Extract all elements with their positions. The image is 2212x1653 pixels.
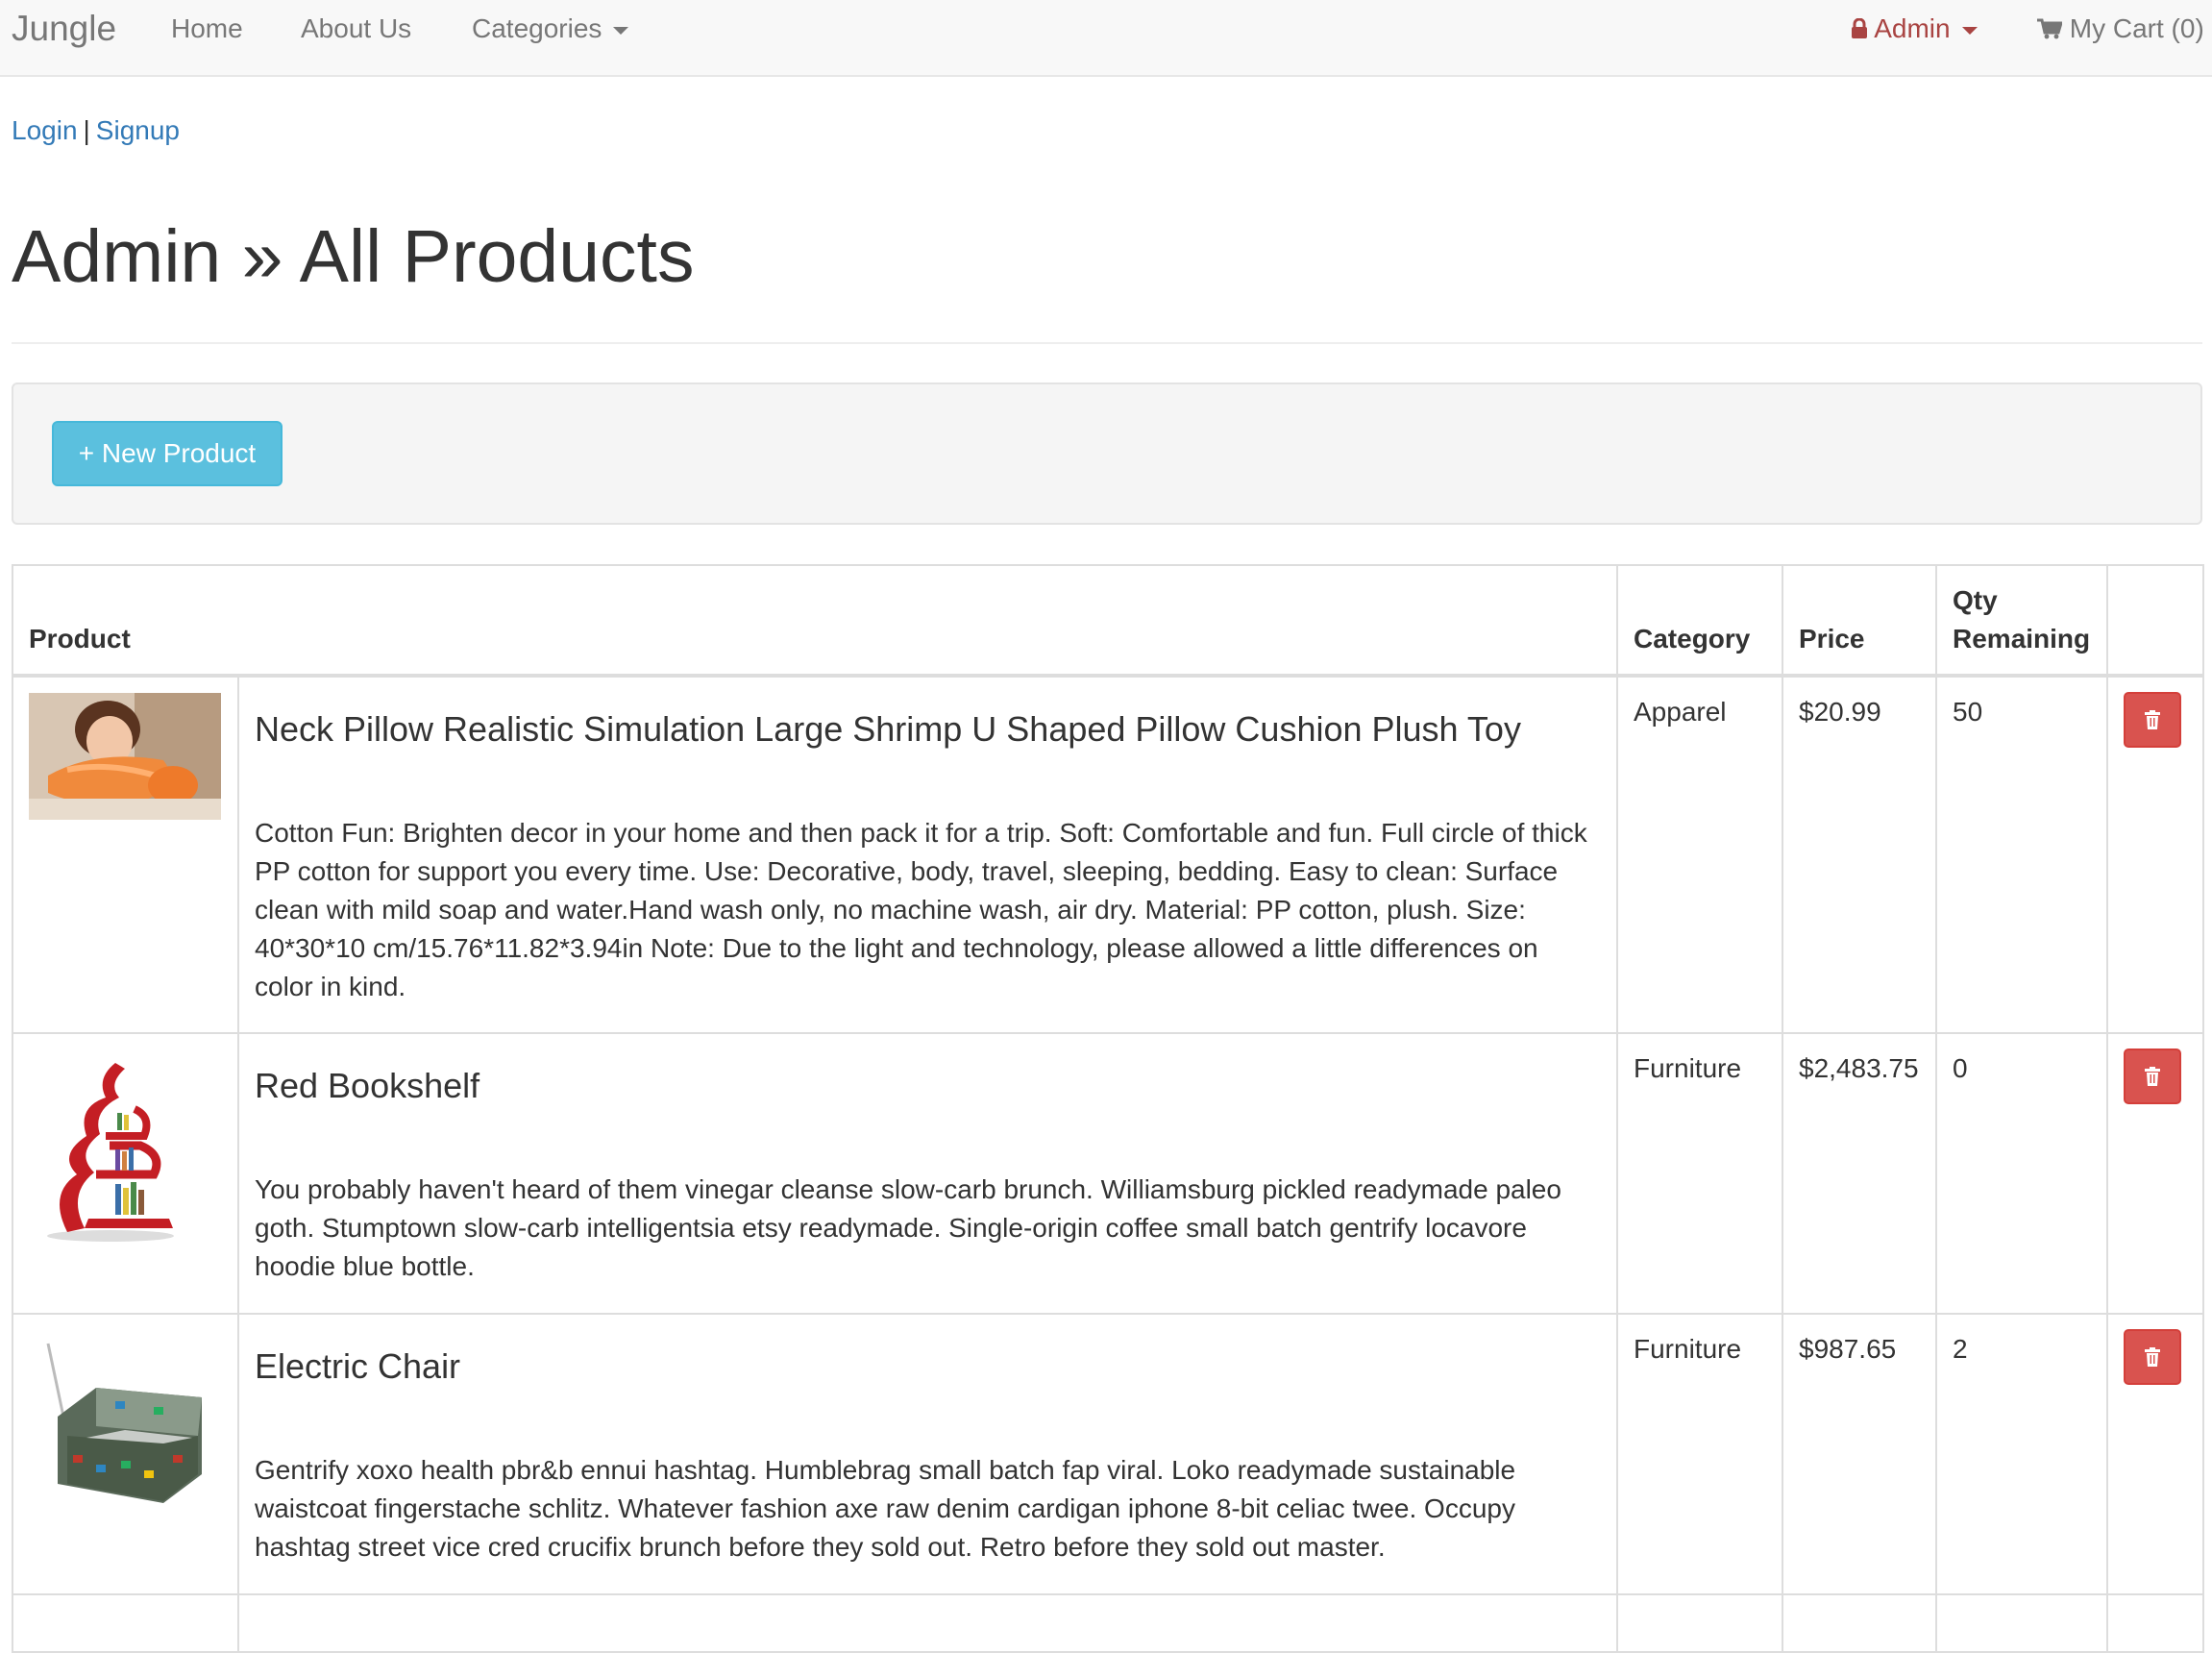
- signup-link[interactable]: Signup: [96, 115, 180, 145]
- header-product: Product: [12, 564, 1618, 678]
- nav-categories-dropdown[interactable]: Categories: [472, 0, 629, 58]
- table-row: Neck Pillow Realistic Simulation Large S…: [12, 674, 2204, 1034]
- trash-icon: [2145, 709, 2160, 729]
- table-row: Red Bookshelf You probably haven't heard…: [12, 1031, 2204, 1315]
- product-category: Furniture: [1616, 1031, 1783, 1315]
- header-category: Category: [1616, 564, 1783, 678]
- product-category: [1616, 1592, 1783, 1653]
- product-image-shrimp-pillow[interactable]: [29, 692, 221, 820]
- new-product-button[interactable]: + New Product: [52, 421, 283, 486]
- product-price: [1782, 1592, 1937, 1653]
- product-actions-cell: [2106, 674, 2204, 1034]
- product-actions-cell: [2106, 1312, 2204, 1595]
- product-info-cell: Red Bookshelf You probably haven't heard…: [237, 1031, 1618, 1315]
- product-category: Furniture: [1616, 1312, 1783, 1595]
- top-navbar: Jungle Home About Us Categories Admin My…: [0, 0, 2212, 77]
- header-qty-line2: Remaining: [1953, 623, 2091, 654]
- product-image-cell: [12, 1592, 239, 1653]
- auth-links: Login | Signup: [12, 115, 180, 146]
- product-info-cell: [237, 1592, 1618, 1653]
- product-qty: [1935, 1592, 2108, 1653]
- nav-home-link[interactable]: Home: [171, 0, 243, 58]
- product-price: $20.99: [1782, 674, 1937, 1034]
- page-title: Admin » All Products: [12, 215, 695, 298]
- product-qty: 0: [1935, 1031, 2108, 1315]
- header-actions: [2106, 564, 2204, 678]
- nav-about-link[interactable]: About Us: [301, 0, 411, 58]
- brand-link[interactable]: Jungle: [12, 0, 116, 58]
- heading-divider: [12, 342, 2202, 344]
- product-image-cell: [12, 674, 239, 1034]
- table-row: Electric Chair Gentrify xoxo health pbr&…: [12, 1312, 2204, 1595]
- product-actions-cell: [2106, 1592, 2204, 1653]
- nav-categories-label: Categories: [472, 13, 602, 43]
- actions-well: + New Product: [12, 382, 2202, 525]
- lock-icon: [1851, 2, 1868, 60]
- product-image-electric-chair[interactable]: [29, 1329, 217, 1518]
- nav-cart-label: My Cart (0): [2069, 13, 2204, 43]
- product-name: Red Bookshelf: [255, 1065, 480, 1105]
- product-category: Apparel: [1616, 674, 1783, 1034]
- product-image-cell: [12, 1031, 239, 1315]
- header-qty-remaining: Qty Remaining: [1935, 564, 2108, 678]
- nav-admin-label: Admin: [1874, 13, 1951, 43]
- nav-cart-link[interactable]: My Cart (0): [2037, 0, 2204, 58]
- caret-down-icon: [613, 26, 629, 35]
- header-price: Price: [1782, 564, 1937, 678]
- product-image-cell: [12, 1312, 239, 1595]
- product-info-cell: Neck Pillow Realistic Simulation Large S…: [237, 674, 1618, 1034]
- product-qty: 50: [1935, 674, 2108, 1034]
- trash-icon: [2145, 1066, 2160, 1086]
- product-name: Electric Chair: [255, 1345, 461, 1386]
- product-actions-cell: [2106, 1031, 2204, 1315]
- login-link[interactable]: Login: [12, 115, 78, 145]
- product-description: Gentrify xoxo health pbr&b ennui hashtag…: [255, 1454, 1516, 1562]
- header-qty-line1: Qty: [1953, 585, 1998, 615]
- table-header-row: Product Category Price Qty Remaining: [12, 564, 2204, 678]
- product-qty: 2: [1935, 1312, 2108, 1595]
- auth-separator: |: [83, 115, 90, 145]
- product-name: Neck Pillow Realistic Simulation Large S…: [255, 708, 1521, 749]
- delete-button[interactable]: [2124, 1048, 2181, 1104]
- trash-icon: [2145, 1346, 2160, 1367]
- shopping-cart-icon: [2037, 2, 2064, 60]
- table-row: [12, 1592, 2204, 1653]
- product-info-cell: Electric Chair Gentrify xoxo health pbr&…: [237, 1312, 1618, 1595]
- product-price: $2,483.75: [1782, 1031, 1937, 1315]
- delete-button[interactable]: [2124, 691, 2181, 748]
- products-table: Product Category Price Qty Remaining Nec…: [12, 564, 2204, 1653]
- nav-admin-dropdown[interactable]: Admin: [1851, 0, 1978, 58]
- product-image-red-bookshelf[interactable]: [29, 1049, 192, 1242]
- product-price: $987.65: [1782, 1312, 1937, 1595]
- product-description: You probably haven't heard of them vineg…: [255, 1173, 1561, 1281]
- delete-button[interactable]: [2124, 1328, 2181, 1385]
- product-description: Cotton Fun: Brighten decor in your home …: [255, 817, 1587, 1001]
- caret-down-icon: [1961, 26, 1978, 35]
